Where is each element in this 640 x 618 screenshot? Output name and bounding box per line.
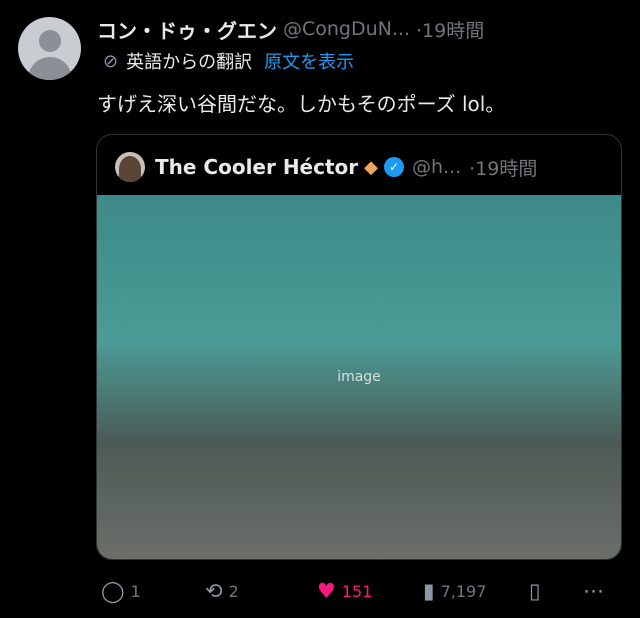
bookmark-icon: ▯ <box>529 579 541 603</box>
like-count: 151 <box>341 581 373 601</box>
share-button[interactable]: ⋯ <box>583 574 610 608</box>
user-handle[interactable]: @CongDuN... <box>283 18 410 40</box>
display-name[interactable]: コン・ドゥ・グエン <box>97 15 277 44</box>
sweet-potato-icon: ◆ <box>364 156 378 178</box>
retweet-count: 2 <box>228 581 239 601</box>
retweet-icon: ⟲ <box>205 579 223 603</box>
avatar-head-shape <box>39 30 61 52</box>
tweet-header: コン・ドゥ・グエン @CongDuN... ·19時間 <box>97 14 620 44</box>
show-original-link[interactable]: 原文を表示 <box>264 48 354 74</box>
reply-button[interactable]: ◯ 1 <box>101 574 141 608</box>
action-bar: ◯ 1 ⟲ 2 ♥ 151 ▮ 7,197 ▯ ⋯ <box>97 574 620 608</box>
quoted-media[interactable]: image <box>97 195 621 559</box>
quoted-tweet-header: The Cooler Héctor ◆ ✓ @h... ·19時間 <box>115 151 603 183</box>
translation-label: 英語からの翻訳 <box>126 52 253 73</box>
verified-badge-icon: ✓ <box>383 157 404 177</box>
speech-bubble-icon: ◯ <box>101 579 125 603</box>
like-button[interactable]: ♥ 151 <box>317 574 372 608</box>
share-icon: ⋯ <box>583 579 604 603</box>
quoted-tweet[interactable]: The Cooler Héctor ◆ ✓ @h... ·19時間 image <box>96 134 622 560</box>
bar-chart-icon: ▮ <box>423 579 435 603</box>
user-avatar[interactable] <box>18 17 81 80</box>
quoted-time[interactable]: ·19時間 <box>469 154 537 181</box>
media-placeholder-label: image <box>337 369 381 385</box>
quoted-handle[interactable]: @h... <box>412 156 461 178</box>
quoted-display-name[interactable]: The Cooler Héctor <box>155 155 358 179</box>
view-count: 7,197 <box>440 581 487 601</box>
tweet-text: すげえ深い谷間だな。しかもそのポーズ lol。 <box>97 92 506 116</box>
reply-count: 1 <box>130 581 141 601</box>
bookmark-button[interactable]: ▯ <box>529 574 547 608</box>
avatar-body-shape <box>28 57 72 80</box>
quoted-avatar[interactable] <box>115 152 145 182</box>
heart-icon: ♥ <box>317 579 336 603</box>
translation-row: ⊘ 英語からの翻訳 原文を表示 <box>103 48 354 74</box>
views-button[interactable]: ▮ 7,197 <box>423 574 486 608</box>
retweet-button[interactable]: ⟲ 2 <box>205 574 239 608</box>
globe-slash-icon: ⊘ <box>103 50 119 72</box>
tweet-time[interactable]: ·19時間 <box>416 16 484 43</box>
